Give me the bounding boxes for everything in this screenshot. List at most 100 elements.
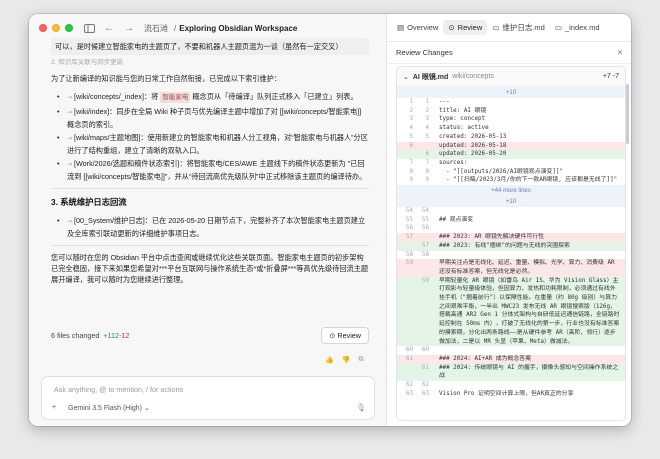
tab-index-file-label: _index.md (564, 23, 600, 32)
review-header: Review Changes ✕ (388, 42, 631, 64)
new-line-number: 55 (421, 216, 429, 223)
lines-added: +112 (103, 331, 120, 340)
tab-log-file[interactable]: ▭ 维护日志.md (487, 19, 550, 36)
new-line-number: 2 (425, 107, 429, 114)
breadcrumb-parent[interactable]: 流石滩 (144, 23, 168, 34)
diff-line-text: ### 2023: 有线"捆绑"的问题与无线的突围探索 (439, 242, 570, 249)
diff-file-path: wiki/concepts (452, 73, 494, 80)
diff-line-removed: 57 ### 2023: AR 眼镜先解决硬件可行性 (397, 233, 625, 242)
thumbs-up-icon[interactable]: 👍 (325, 356, 334, 364)
minimize-window-button[interactable] (52, 24, 60, 32)
tag-chip[interactable]: 智能家电 (160, 92, 191, 103)
wiki-link[interactable]: [00_System/维护日志] (74, 216, 145, 225)
expand-lines-button[interactable]: +10 (397, 87, 625, 98)
diff-line: 54 54 (397, 207, 625, 216)
diff-line-text: - "[[outputs/2026/AI眼镜观点演变]]" (439, 168, 564, 175)
model-selector[interactable]: Gemini 3.5 Flash (High) ⌄ (68, 404, 150, 412)
diff-file-stat: +7 -7 (602, 73, 619, 80)
chevron-down-icon[interactable]: ⌄ (403, 73, 409, 81)
diff-line: 62 62 (397, 381, 625, 390)
old-line-number: 58 (405, 251, 413, 258)
forward-arrow-icon[interactable]: → (121, 21, 137, 35)
bullet-dot: • (57, 92, 60, 101)
new-line-number: 4 (425, 125, 429, 132)
add-attachment-icon[interactable]: + (52, 404, 56, 411)
scrollbar[interactable] (626, 84, 629, 144)
close-icon[interactable]: ✕ (617, 48, 623, 57)
review-button[interactable]: ⊙ Review (321, 327, 369, 344)
diff-file-header[interactable]: ⌄ AI 眼镜.md wiki/concepts +7 -7 (397, 67, 625, 87)
tab-review[interactable]: ⊙ Review (443, 20, 488, 35)
old-line-number: 5 (409, 133, 413, 140)
wiki-link[interactable]: [wiki/maps/主题地图] (74, 133, 140, 142)
old-line-number: 4 (409, 125, 413, 132)
file-icon: ▭ (492, 23, 500, 32)
tab-index-file[interactable]: ▭ _index.md (550, 20, 605, 35)
diff-line-text: created: 2026-05-13 (439, 133, 507, 140)
expand-lines-button[interactable]: +10 (397, 196, 625, 208)
diff-line-text: --- (439, 99, 450, 105)
diff-line-text: - "[[扫稿/2023/3月/你的下一款AR眼镜, 应该都是无线了]]" (439, 177, 618, 184)
diff-line-text: ## 观点演变 (439, 216, 474, 223)
zoom-window-button[interactable] (65, 24, 73, 32)
diff-line: 1 1 --- (397, 98, 625, 107)
diff-line: 63 63 Vision Pro 证明空间计算上限，但AR真正的分享 (397, 390, 625, 399)
diff-line-text: ### 2024: AI+AR 成为概念答案 (439, 355, 532, 362)
old-line-number: 55 (405, 216, 413, 223)
diff-line-text: type: concept (439, 116, 486, 123)
back-arrow-icon[interactable]: ← (101, 21, 117, 35)
new-line-number: 5 (425, 133, 429, 140)
old-line-number: 3 (409, 116, 413, 123)
new-line-number: 59 (421, 277, 429, 284)
list-item: • ⇢ [00_System/维护日志]：已在 2026-05-20 日期节点下，… (51, 215, 369, 239)
bullet-dot: • (57, 216, 60, 225)
tab-overview[interactable]: ▤ Overview (392, 20, 443, 35)
diff-line-text: updated: 2026-05-20 (439, 151, 507, 158)
thumbs-down-icon[interactable]: 👎 (342, 356, 351, 364)
close-window-button[interactable] (39, 24, 47, 32)
new-line-number: 7 (425, 159, 429, 166)
list-item-text: ：将 (143, 92, 161, 101)
message-faded-heading: 2. 知识库关联与同步更新 (51, 59, 124, 66)
review-icon: ⊙ (448, 23, 455, 32)
copy-icon[interactable]: ⧉ (358, 356, 363, 364)
wiki-link[interactable]: [wiki/index] (74, 107, 109, 116)
old-line-number: 54 (405, 208, 413, 215)
diff-line: 7 7 sources: (397, 159, 625, 168)
diff-line-text: ### 2024: 传统眼镜与 AI 的握手，摄像头感知与空间操作系统之战 (439, 364, 619, 380)
diff-line: 4 4 status: active (397, 124, 625, 133)
old-line-number: 59 (405, 260, 413, 267)
list-item: • ⇢ [Work/2026/选题和稿件状态索引]：将智能家电/CES/AWE 主… (51, 158, 369, 182)
new-line-number: 58 (421, 251, 429, 258)
old-line-number: 63 (405, 390, 413, 397)
old-line-number: 1 (409, 99, 413, 105)
new-line-number: 3 (425, 116, 429, 123)
new-line-number (413, 233, 429, 242)
file-icon: ▭ (554, 23, 562, 32)
sidebar-toggle-icon[interactable] (81, 21, 97, 35)
chat-message: 可以，是时候建立智能家电的主题页了，不要和机器人主题页混为一谈（虽然有一定交叉）… (51, 38, 369, 292)
conversation-title: Exploring Obsidian Workspace (179, 23, 298, 33)
wiki-link[interactable]: [wiki/concepts/_index] (74, 92, 144, 101)
wiki-link[interactable]: [Work/2026/选题和稿件状态索引] (74, 159, 179, 168)
microphone-icon[interactable]: 🎙 (356, 403, 366, 412)
diff-hunk: 54 54 55 55 ## 观点演变 56 56 57 ### 2023: AR 眼镜先解决硬… (397, 207, 625, 398)
old-line-number (397, 277, 413, 347)
lines-removed: -12 (119, 331, 130, 340)
model-name: Gemini 3.5 Flash (High) (68, 404, 143, 412)
diff-line-text: updated: 2026-05-18 (439, 142, 507, 149)
new-line-number (413, 259, 429, 276)
new-line-number: 62 (421, 382, 429, 389)
link-icon: ⇢ (67, 95, 73, 101)
chat-input-placeholder[interactable]: Ask anything, @ to mention, / for action… (54, 385, 183, 394)
chat-input-box[interactable]: Ask anything, @ to mention, / for action… (41, 376, 375, 420)
diff-line-added: 57 ### 2023: 有线"捆绑"的问题与无线的突围探索 (397, 241, 625, 251)
diff-line: 8 8 - "[[outputs/2026/AI眼镜观点演变]]" (397, 168, 625, 177)
list-item: • ⇢ [wiki/concepts/_index]：将 智能家电 概念页从「待编… (51, 91, 369, 104)
old-line-number: 2 (409, 107, 413, 114)
chevron-down-icon: ⌄ (143, 404, 150, 412)
old-line-number: 9 (409, 177, 413, 184)
diff-line-added: 6 updated: 2026-05-20 (397, 150, 625, 159)
expand-lines-button[interactable]: +44 more lines (397, 185, 625, 197)
diff-line: 56 56 (397, 224, 625, 233)
